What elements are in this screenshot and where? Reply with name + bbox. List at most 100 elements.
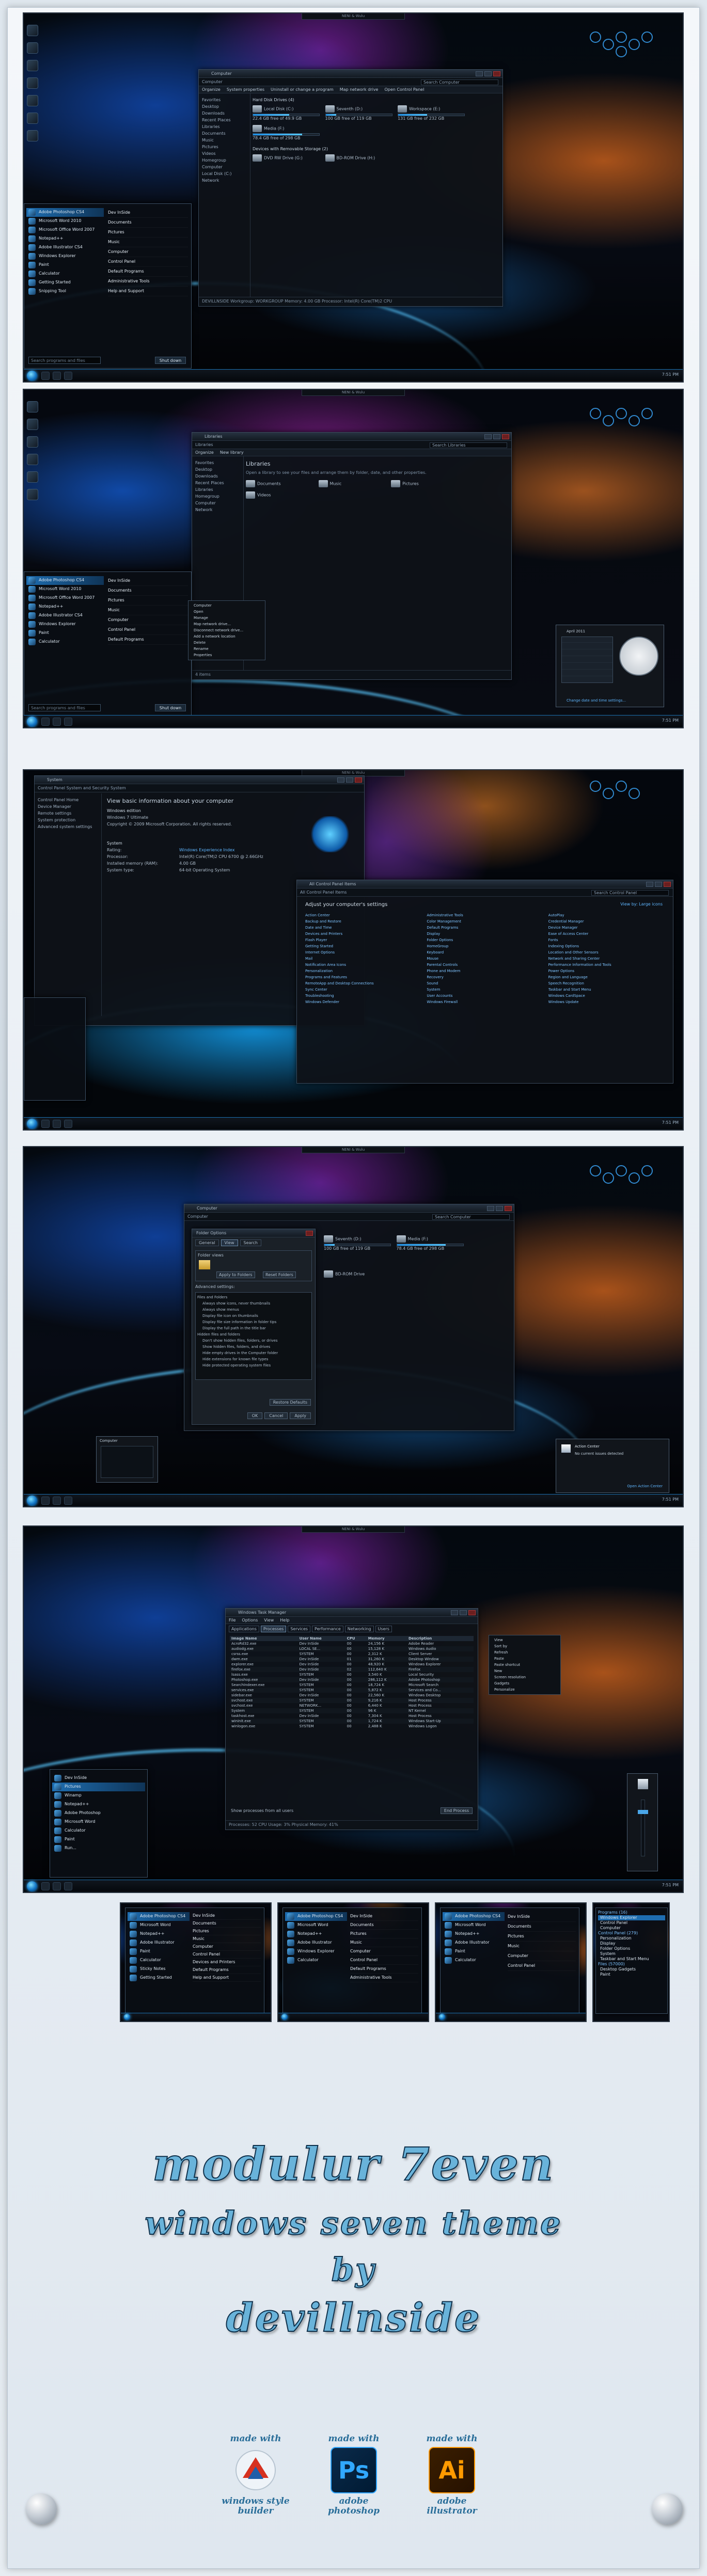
ctx-item[interactable]: Sort by: [489, 1643, 560, 1649]
tab-services[interactable]: Services: [288, 1626, 311, 1632]
start-program-item[interactable]: Microsoft Word: [285, 1921, 347, 1930]
desktop-icon[interactable]: [27, 77, 38, 89]
drive-e[interactable]: Workspace (E:) 131 GB free of 232 GB: [398, 105, 465, 121]
start-orb-icon[interactable]: [124, 2014, 130, 2020]
process-row[interactable]: winlogon.exe SYSTEM 00 2,488 K Windows Logon: [230, 1724, 474, 1729]
ok-button[interactable]: OK: [247, 1412, 263, 1419]
change-time-link[interactable]: Change date and time settings...: [567, 698, 626, 703]
task-link[interactable]: Remote settings: [38, 810, 98, 817]
apply-button[interactable]: Apply: [290, 1412, 311, 1419]
nav-libraries[interactable]: Libraries: [202, 123, 247, 130]
window-titlebar[interactable]: Libraries: [192, 433, 511, 441]
start-program-item[interactable]: Adobe Photoshop CS4: [285, 1912, 347, 1921]
search-input[interactable]: Search Computer: [432, 1214, 510, 1220]
ctx-item[interactable]: Map network drive...: [188, 621, 265, 627]
drive-c[interactable]: Local Disk (C:) 22.4 GB free of 49.9 GB: [253, 105, 320, 121]
start-place-item[interactable]: Dev InSide: [350, 1912, 418, 1921]
start-place-item[interactable]: Music: [108, 606, 188, 615]
volume-slider-thumb[interactable]: [638, 1810, 648, 1814]
process-row[interactable]: csrss.exe SYSTEM 00 2,312 K Client Server: [230, 1651, 474, 1657]
menu-options[interactable]: Options: [242, 1618, 258, 1623]
start-place-item[interactable]: Control Panel: [108, 257, 188, 267]
close-button[interactable]: [355, 777, 362, 783]
library-pictures[interactable]: Pictures: [391, 480, 458, 487]
cp-item[interactable]: Mouse: [427, 957, 543, 963]
ctx-item[interactable]: Delete: [188, 640, 265, 646]
start-place-item[interactable]: Documents: [350, 1921, 418, 1930]
start-program-item[interactable]: Getting Started: [128, 1974, 190, 1982]
cp-item[interactable]: Date and Time: [305, 926, 421, 932]
toolbar-new-library[interactable]: New library: [220, 450, 244, 455]
cancel-button[interactable]: Cancel: [264, 1412, 288, 1419]
start-place-item[interactable]: Default Programs: [193, 1966, 261, 1974]
close-button[interactable]: [306, 1231, 313, 1236]
show-all-processes-checkbox[interactable]: Show processes from all users: [231, 1808, 293, 1813]
minimize-button[interactable]: [451, 1610, 458, 1615]
process-row[interactable]: SearchIndexer.exe SYSTEM 00 18,724 K Microso…: [230, 1682, 474, 1688]
cp-item[interactable]: Fonts: [548, 938, 665, 944]
start-orb-icon[interactable]: [439, 2014, 445, 2020]
restore-defaults-button[interactable]: Restore Defaults: [269, 1399, 311, 1406]
start-program-item[interactable]: Adobe Illustrator: [128, 1938, 190, 1947]
library-videos[interactable]: Videos: [246, 491, 313, 499]
start-program-item[interactable]: Calculator: [128, 1956, 190, 1965]
start-program-item[interactable]: Windows Explorer: [26, 620, 104, 629]
start-program-item[interactable]: Notepad++: [128, 1930, 190, 1938]
advanced-setting-item[interactable]: Display the full path in the title bar: [197, 1325, 310, 1331]
start-place-item[interactable]: Documents: [108, 218, 188, 228]
start-orb-icon[interactable]: [27, 1881, 37, 1891]
process-row[interactable]: dwm.exe Dev InSide 01 31,260 K Desktop Windo…: [230, 1657, 474, 1662]
nav-homegroup[interactable]: Homegroup: [202, 157, 247, 164]
start-place-item[interactable]: Dev InSide: [108, 208, 188, 218]
tray-clock[interactable]: 7:51 PM: [662, 718, 679, 723]
ctx-item[interactable]: Add a network location: [188, 633, 265, 640]
menu-file[interactable]: File: [229, 1618, 235, 1623]
jump-item[interactable]: Paint: [52, 1835, 145, 1844]
cp-item[interactable]: Troubleshooting: [305, 994, 421, 1000]
cp-item[interactable]: Credential Manager: [548, 919, 665, 926]
cp-item[interactable]: Speech Recognition: [548, 981, 665, 988]
start-orb-icon[interactable]: [27, 717, 37, 727]
drive-dvd[interactable]: DVD RW Drive (G:): [253, 154, 320, 162]
cp-item[interactable]: Windows Update: [548, 1000, 665, 1006]
taskbar-explorer-icon[interactable]: [41, 1120, 50, 1128]
jump-item[interactable]: Notepad++: [52, 1800, 145, 1809]
jump-item[interactable]: Winamp: [52, 1791, 145, 1800]
start-orb-icon[interactable]: [27, 1496, 37, 1506]
search-result[interactable]: Folder Options: [598, 1946, 665, 1951]
cp-item[interactable]: Phone and Modem: [427, 969, 543, 975]
process-row[interactable]: svchost.exe SYSTEM 00 9,216 K Host Process: [230, 1698, 474, 1703]
ctx-item[interactable]: Computer: [188, 602, 265, 609]
minimize-button[interactable]: [646, 882, 653, 887]
nav-local-disk[interactable]: Local Disk (C:): [202, 170, 247, 177]
nav-pictures[interactable]: Pictures: [202, 144, 247, 150]
cp-item[interactable]: Programs and Features: [305, 975, 421, 981]
start-place-item[interactable]: Devices and Printers: [193, 1959, 261, 1966]
menu-help[interactable]: Help: [280, 1618, 289, 1623]
address-bar[interactable]: Libraries Search Libraries: [192, 441, 511, 449]
cp-item[interactable]: Taskbar and Start Menu: [548, 988, 665, 994]
cp-item[interactable]: Internet Options: [305, 950, 421, 957]
cp-item[interactable]: Power Options: [548, 969, 665, 975]
start-search-input[interactable]: Search programs and files: [28, 704, 101, 711]
start-orb-icon[interactable]: [27, 371, 37, 381]
ctx-item[interactable]: Disconnect network drive...: [188, 627, 265, 633]
nav-recent[interactable]: Recent Places: [202, 117, 247, 123]
desktop-icon[interactable]: [27, 130, 38, 141]
dialog-titlebar[interactable]: Folder Options: [192, 1229, 315, 1237]
jump-item[interactable]: Adobe Photoshop: [52, 1809, 145, 1818]
minimize-button[interactable]: [487, 1206, 494, 1211]
nav-downloads[interactable]: Downloads: [195, 473, 240, 480]
start-place-item[interactable]: Dev InSide: [508, 1912, 576, 1922]
start-program-item[interactable]: Paint: [128, 1947, 190, 1956]
tab-networking[interactable]: Networking: [344, 1626, 374, 1632]
start-program-item[interactable]: Adobe Photoshop CS4: [26, 208, 104, 217]
window-titlebar[interactable]: All Control Panel Items: [297, 880, 673, 888]
advanced-setting-item[interactable]: Show hidden files, folders, and drives: [197, 1344, 310, 1350]
taskbar-media-icon[interactable]: [64, 372, 72, 380]
cp-item[interactable]: Sync Center: [305, 988, 421, 994]
start-place-item[interactable]: Computer: [108, 247, 188, 257]
taskbar-browser-icon[interactable]: [53, 372, 61, 380]
close-button[interactable]: [493, 71, 500, 76]
ctx-item[interactable]: Rename: [188, 646, 265, 652]
